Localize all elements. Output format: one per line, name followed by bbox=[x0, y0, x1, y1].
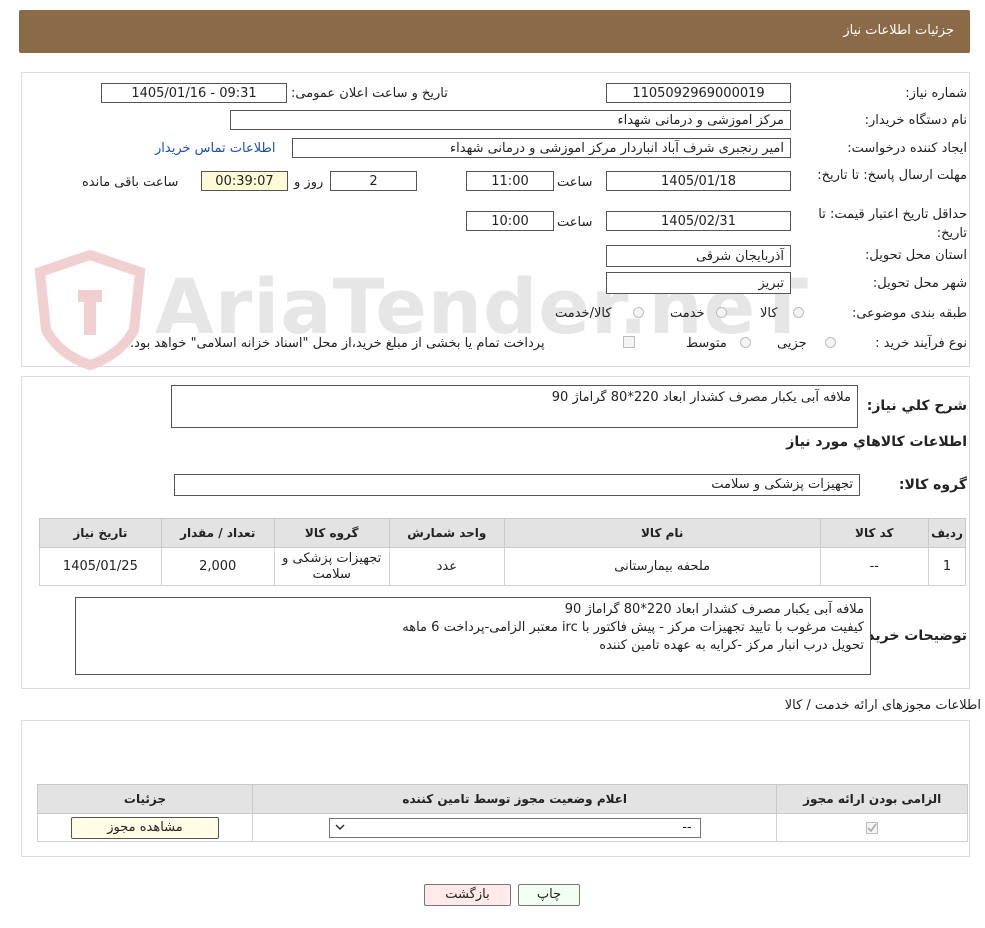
category-goods-service-radio[interactable] bbox=[633, 307, 644, 318]
chevron-down-icon bbox=[335, 820, 345, 838]
permits-table: الزامی بودن ارائه مجوز اعلام وضعیت مجوز … bbox=[37, 784, 968, 842]
col-unit: واحد شمارش bbox=[388, 518, 505, 548]
permit-status-value: -- bbox=[682, 819, 692, 835]
category-goods-label: کالا bbox=[760, 306, 778, 321]
cell-name: ملحفه بیمارستانی bbox=[503, 547, 821, 586]
reply-time-label: ساعت bbox=[557, 175, 593, 190]
col-permit-required: الزامی بودن ارائه مجوز bbox=[776, 784, 968, 814]
watermark-logo bbox=[30, 249, 150, 371]
goods-table: رديف کد کالا نام کالا واحد شمارش گروه کا… bbox=[39, 518, 966, 586]
cell-qty: 2,000 bbox=[160, 547, 275, 586]
days-label: روز و bbox=[294, 175, 324, 190]
buyer-contact-link[interactable]: اطلاعات تماس خریدار bbox=[155, 141, 275, 156]
cell-unit: عدد bbox=[388, 547, 505, 586]
col-permit-status: اعلام وضعیت مجوز توسط تامین کننده bbox=[251, 784, 778, 814]
print-button[interactable]: چاپ bbox=[518, 884, 580, 906]
category-service-label: خدمت bbox=[670, 306, 705, 321]
goods-info-title: اطلاعات کالاهاي مورد نياز bbox=[786, 434, 967, 450]
buyer-notes-textarea[interactable]: ملافه آبی یکبار مصرف کشدار ابعاد 220*80 … bbox=[75, 597, 871, 675]
province-label: استان محل تحویل: bbox=[865, 248, 967, 263]
back-button[interactable]: بازگشت bbox=[424, 884, 511, 906]
cell-date: 1405/01/25 bbox=[39, 547, 162, 586]
reply-date-field: 1405/01/18 bbox=[606, 171, 791, 191]
summary-textarea[interactable]: ملافه آبی یکبار مصرف کشدار ابعاد 220*80 … bbox=[171, 385, 858, 428]
price-validity-label: حداقل تاریخ اعتبار قیمت: تا تاریخ: bbox=[818, 207, 967, 241]
shield-icon bbox=[34, 249, 146, 371]
category-goods-radio[interactable] bbox=[793, 307, 804, 318]
cell-group: تجهیزات پزشکی و سلامت bbox=[273, 547, 390, 586]
process-small-label: جزیی bbox=[777, 336, 807, 351]
table-row: 1 -- ملحفه بیمارستانی عدد تجهیزات پزشکی … bbox=[39, 547, 966, 586]
city-label: شهر محل تحویل: bbox=[872, 276, 967, 291]
need-number-field: 1105092969000019 bbox=[606, 83, 791, 103]
treasury-payment-note: پرداخت تمام یا بخشی از مبلغ خرید،از محل … bbox=[130, 336, 545, 351]
check-icon bbox=[867, 823, 877, 832]
requester-label: ایجاد کننده درخواست: bbox=[847, 141, 967, 156]
need-number-label: شماره نیاز: bbox=[905, 86, 967, 101]
remaining-time-field: 00:39:07 bbox=[201, 171, 288, 191]
col-code: کد کالا bbox=[819, 518, 930, 548]
price-time-field: 10:00 bbox=[466, 211, 554, 231]
treasury-payment-checkbox[interactable] bbox=[623, 336, 635, 348]
category-goods-service-label: کالا/خدمت bbox=[555, 306, 612, 321]
col-group: گروه کالا bbox=[273, 518, 390, 548]
announce-date-label: تاریخ و ساعت اعلان عمومی: bbox=[291, 86, 448, 101]
process-medium-radio[interactable] bbox=[740, 337, 751, 348]
page-header: جزئیات اطلاعات نیاز bbox=[19, 10, 970, 53]
view-permit-button[interactable]: مشاهده مجوز bbox=[70, 816, 219, 839]
category-service-radio[interactable] bbox=[716, 307, 727, 318]
col-qty: تعداد / مقدار bbox=[160, 518, 275, 548]
summary-text: ملافه آبی یکبار مصرف کشدار ابعاد 220*80 … bbox=[551, 390, 851, 405]
announce-date-field: 1405/01/16 - 09:31 bbox=[101, 83, 287, 103]
process-medium-label: متوسط bbox=[686, 336, 727, 351]
remaining-time-label: ساعت باقی مانده bbox=[82, 175, 179, 190]
buyer-notes-line-3: تحویل درب انبار مرکز -کرایه به عهده تامی… bbox=[599, 638, 864, 653]
permit-status-select[interactable]: -- bbox=[328, 817, 701, 838]
buyer-notes-line-2: کیفیت مرغوب با تایید تجهیزات مرکز - پیش … bbox=[402, 620, 864, 635]
category-label: طبقه بندی موضوعی: bbox=[851, 306, 967, 321]
goods-group-label: گروه کالا: bbox=[898, 477, 967, 493]
goods-table-header: رديف کد کالا نام کالا واحد شمارش گروه کا… bbox=[39, 518, 966, 548]
permit-required-checkbox[interactable] bbox=[866, 821, 879, 834]
requester-field: امیر رنجبری شرف آباد انباردار مرکز اموزش… bbox=[292, 138, 791, 158]
buyer-org-field: مرکز اموزشی و درمانی شهداء bbox=[230, 110, 791, 130]
summary-label: شرح کلي نياز: bbox=[866, 398, 967, 414]
col-row: رديف bbox=[928, 518, 966, 548]
days-field: 2 bbox=[330, 171, 417, 191]
permits-title: اطلاعات مجوزهای ارائه خدمت / کالا bbox=[784, 698, 981, 713]
cell-code: -- bbox=[819, 547, 930, 586]
cell-permit-details: مشاهده مجوز bbox=[37, 813, 253, 842]
page-title: جزئیات اطلاعات نیاز bbox=[843, 23, 954, 38]
cell-permit-required bbox=[776, 813, 968, 842]
buyer-org-label: نام دستگاه خریدار: bbox=[864, 113, 967, 128]
process-small-radio[interactable] bbox=[825, 337, 836, 348]
table-row: -- مشاهده مجوز bbox=[37, 813, 968, 842]
cell-row: 1 bbox=[928, 547, 966, 586]
price-date-field: 1405/02/31 bbox=[606, 211, 791, 231]
reply-deadline-label: مهلت ارسال پاسخ: تا تاریخ: bbox=[817, 168, 967, 183]
cell-permit-status: -- bbox=[251, 813, 778, 842]
permits-table-header: الزامی بودن ارائه مجوز اعلام وضعیت مجوز … bbox=[37, 784, 968, 814]
col-name: نام کالا bbox=[503, 518, 821, 548]
goods-group-field: تجهیزات پزشکی و سلامت bbox=[174, 474, 860, 496]
province-field: آذربایجان شرقی bbox=[606, 245, 791, 267]
process-label: نوع فرآیند خرید : bbox=[875, 336, 967, 351]
col-date: تاريخ نياز bbox=[39, 518, 162, 548]
city-field: تبریز bbox=[606, 272, 791, 294]
buyer-notes-line-1: ملافه آبی یکبار مصرف کشدار ابعاد 220*80 … bbox=[564, 602, 864, 617]
col-permit-details: جزئیات bbox=[37, 784, 253, 814]
reply-time-field: 11:00 bbox=[466, 171, 554, 191]
price-time-label: ساعت bbox=[557, 215, 593, 230]
